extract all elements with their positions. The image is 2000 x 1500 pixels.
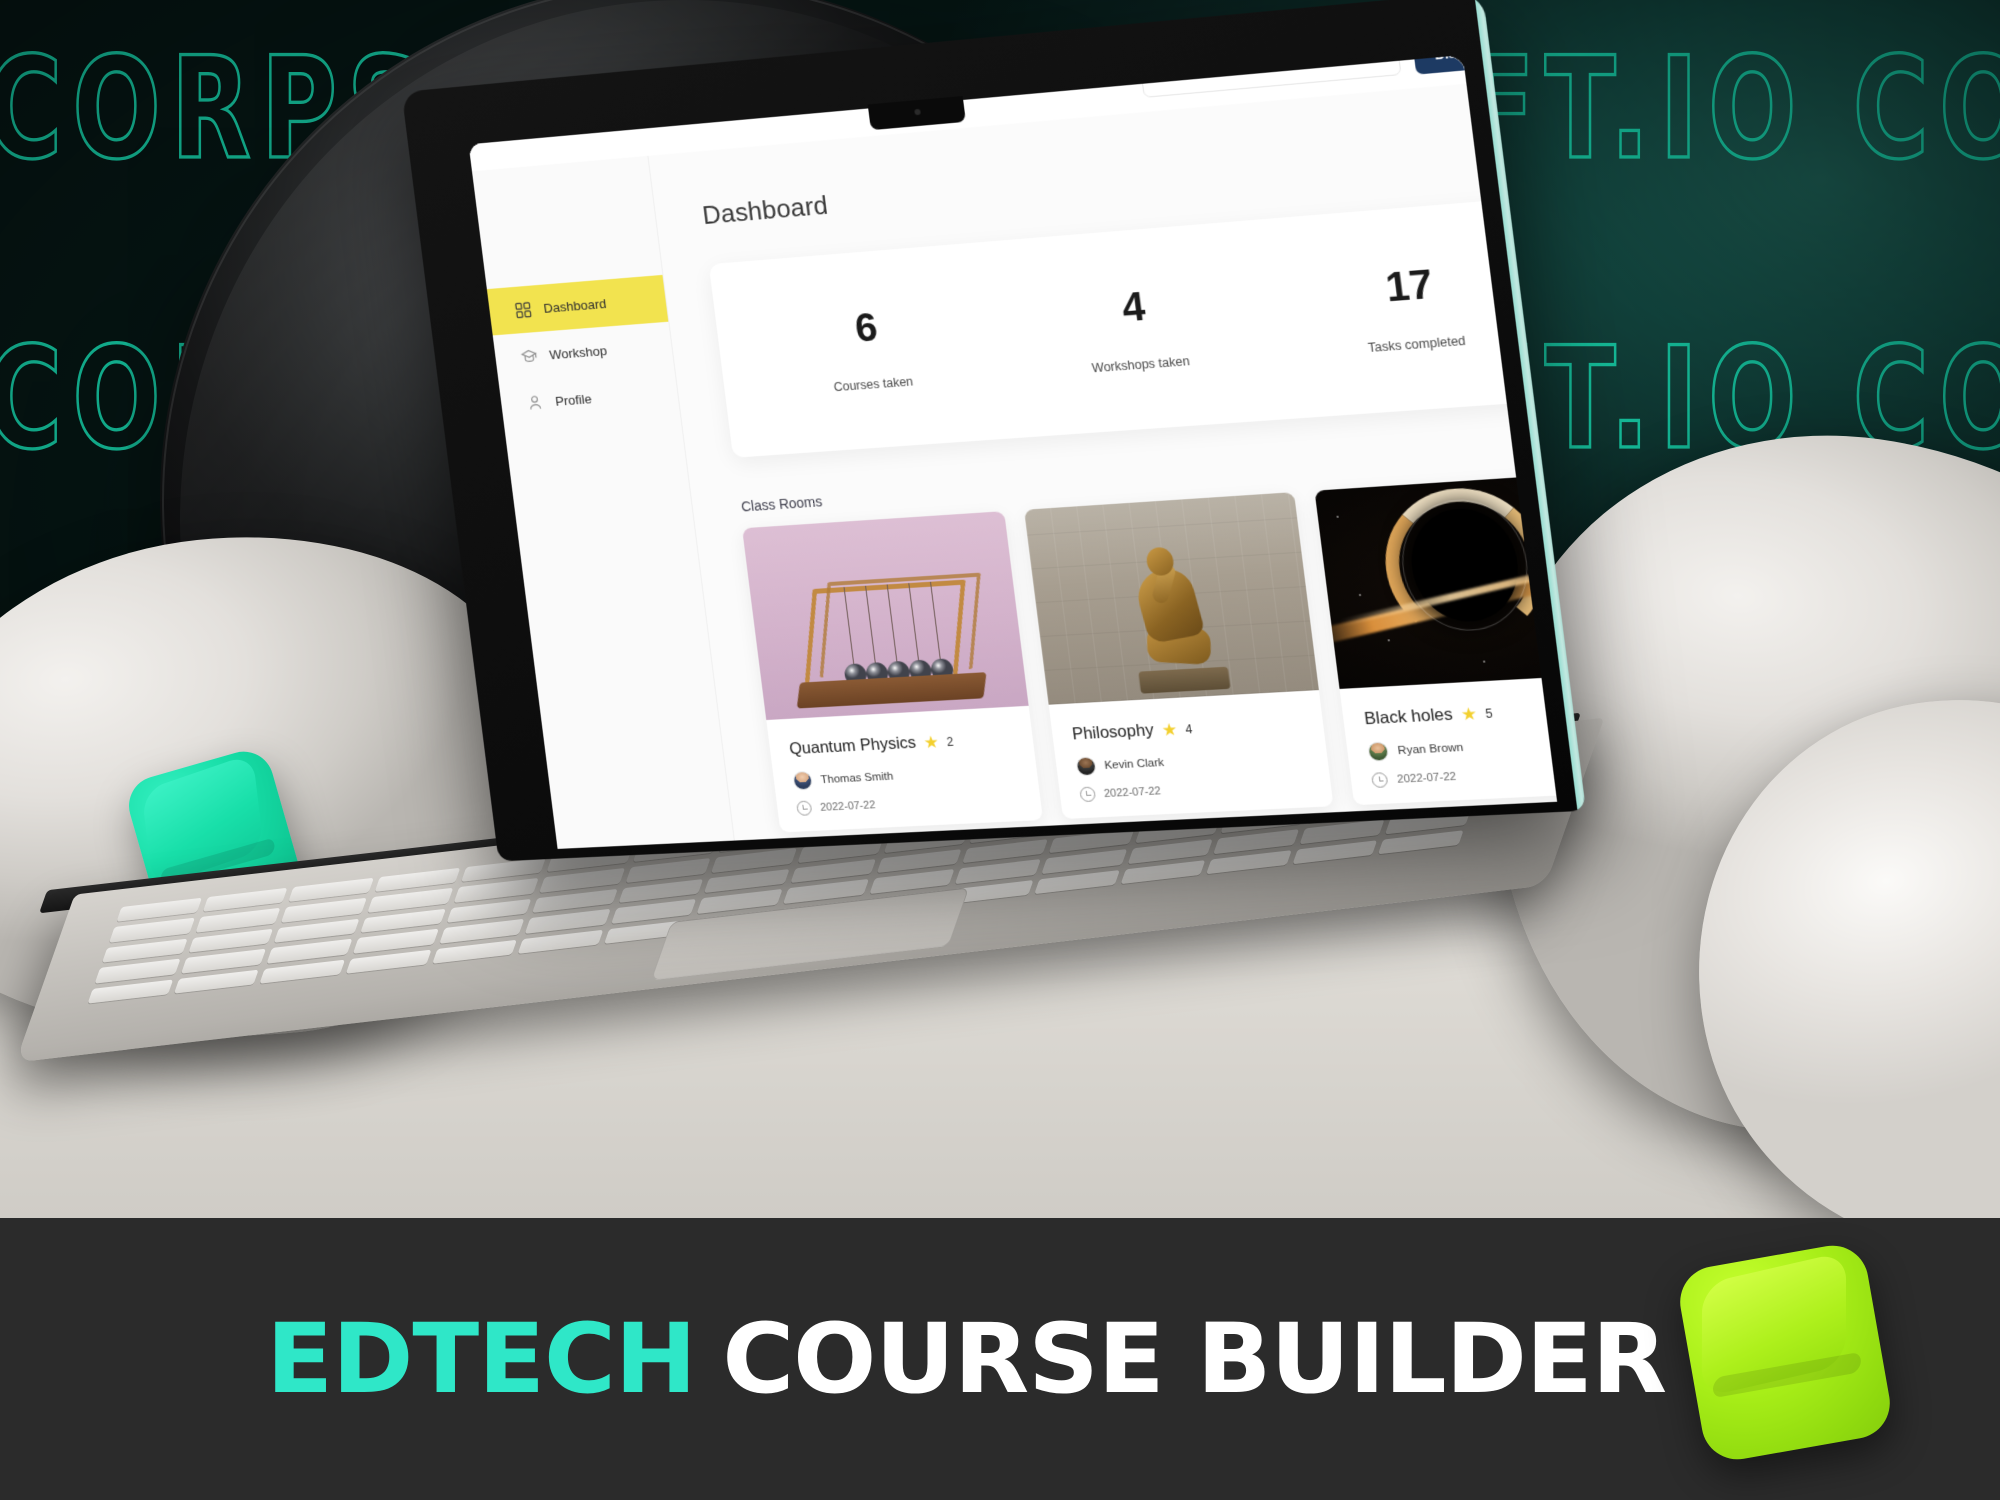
thinker-statue-image (1023, 492, 1320, 705)
person-icon (525, 393, 545, 413)
course-rating: 2 (945, 734, 955, 749)
stat-value: 4 (1119, 284, 1148, 331)
black-hole-image (1314, 472, 1558, 689)
course-title-row: Philosophy ★ 4 (1071, 713, 1304, 744)
stat-label: Tasks completed (1367, 333, 1467, 356)
avatar (1367, 741, 1390, 762)
course-card-body: Black holes ★ 5 Ryan Brown 2022-07-22 (1340, 674, 1557, 805)
course-card[interactable]: Quantum Physics ★ 2 Thomas Smith 2022-07… (742, 511, 1043, 833)
stat-courses-taken: 6 Courses taken (733, 298, 1007, 401)
banner-headline: EDTECH COURSE BUILDER (266, 1303, 1667, 1415)
clock-icon (796, 800, 813, 816)
stat-label: Workshops taken (1091, 354, 1191, 376)
course-rating: 5 (1484, 705, 1494, 721)
main-content: Dashboard 6 Courses taken 4 Workshops ta… (644, 55, 1558, 849)
course-title-row: Black holes ★ 5 (1363, 697, 1557, 729)
course-card-body: Philosophy ★ 4 Kevin Clark 2022-07-22 (1048, 690, 1334, 819)
course-date: 2022-07-22 (1103, 784, 1162, 800)
course-title: Philosophy (1071, 721, 1155, 744)
grid-icon (513, 300, 533, 320)
stat-value: 6 (852, 305, 880, 351)
avatar (1075, 756, 1097, 777)
course-title-row: Quantum Physics ★ 2 (788, 729, 1013, 759)
sidebar-item-label: Workshop (548, 342, 608, 362)
banner-main-words: COURSE BUILDER (722, 1303, 1667, 1415)
course-card[interactable]: Black holes ★ 5 Ryan Brown 2022-07-22 (1314, 472, 1558, 806)
laptop-lid: Discover courses (401, 0, 1587, 862)
scene-root: CORPSOFT.IO CORPSOFT.IO CORPSO CORPSOFT.… (0, 0, 2000, 1500)
newtons-cradle-image (742, 511, 1029, 721)
app-window: Discover courses (468, 55, 1558, 849)
course-date-row: 2022-07-22 (1371, 761, 1557, 789)
course-author-row: Kevin Clark (1075, 746, 1308, 777)
course-author-row: Ryan Brown (1367, 730, 1558, 762)
course-date: 2022-07-22 (1396, 770, 1457, 786)
lime-cube-decoration (1674, 1239, 1896, 1466)
stat-label: Courses taken (832, 374, 914, 395)
author-name: Kevin Clark (1103, 756, 1165, 772)
class-rooms-card-grid: Quantum Physics ★ 2 Thomas Smith 2022-07… (742, 472, 1558, 833)
course-title: Black holes (1363, 705, 1454, 729)
course-card-body: Quantum Physics ★ 2 Thomas Smith 2022-07… (766, 706, 1042, 833)
star-icon: ★ (1459, 704, 1479, 725)
laptop-mockup: Discover courses (15, 0, 1605, 1063)
avatar (792, 770, 814, 791)
laptop-screen: Discover courses (468, 55, 1558, 849)
author-name: Ryan Brown (1397, 741, 1465, 757)
graduation-cap-icon (519, 346, 539, 366)
course-title: Quantum Physics (788, 733, 917, 759)
star-icon: ★ (922, 732, 941, 753)
stats-card: 6 Courses taken 4 Workshops taken 17 Tas… (708, 194, 1558, 458)
clock-icon (1078, 786, 1096, 803)
sidebar-item-label: Dashboard (542, 295, 608, 316)
search-input[interactable] (1139, 55, 1402, 98)
course-author-row: Thomas Smith (792, 760, 1017, 791)
clock-icon (1371, 772, 1389, 789)
webcam-icon (914, 108, 921, 116)
course-date-row: 2022-07-22 (1078, 776, 1311, 803)
course-date-row: 2022-07-22 (796, 790, 1021, 816)
course-rating: 4 (1184, 721, 1194, 737)
course-date: 2022-07-22 (819, 798, 876, 814)
stat-workshops-taken: 4 Workshops taken (996, 277, 1278, 382)
author-name: Thomas Smith (819, 770, 894, 786)
course-card[interactable]: Philosophy ★ 4 Kevin Clark 2022-07-22 (1023, 492, 1334, 820)
star-icon: ★ (1160, 719, 1179, 740)
banner-accent-word: EDTECH (266, 1303, 697, 1415)
sidebar-item-label: Profile (554, 391, 593, 409)
